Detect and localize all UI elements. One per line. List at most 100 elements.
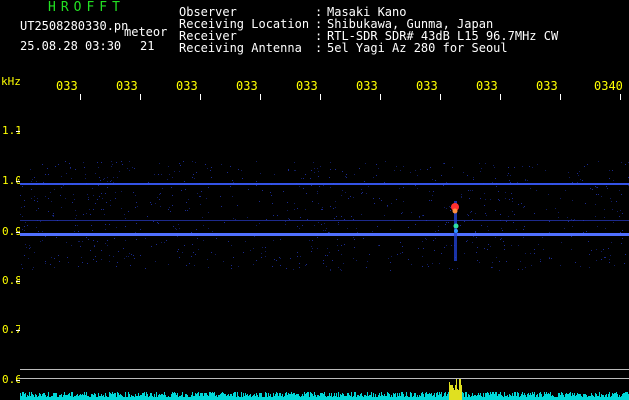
noise-pixel [572,200,573,201]
trace-bar [344,396,345,400]
noise-pixel [93,195,94,196]
noise-pixel [313,162,314,163]
noise-pixel [84,167,85,168]
trace-bar [319,396,320,400]
noise-pixel [20,195,21,196]
noise-pixel [503,241,504,242]
noise-pixel [480,198,481,199]
noise-pixel [99,177,100,178]
noise-pixel [172,205,173,206]
trace-bar [598,396,599,400]
trace-bar [421,393,422,400]
trace-bar [29,392,30,400]
trace-bar [33,395,34,400]
trace-bar [47,396,48,400]
trace-bar [105,393,106,400]
noise-pixel [285,224,286,225]
trace-bar [284,396,285,400]
noise-pixel [508,173,509,174]
trace-bar [333,396,334,400]
trace-bar [601,394,602,400]
noise-pixel [338,224,339,225]
trace-bar [461,385,462,400]
noise-pixel [71,178,72,179]
trace-bar [154,394,155,400]
noise-pixel [192,244,193,245]
noise-pixel [78,241,79,242]
trace-bar [32,394,33,400]
trace-bar [612,393,613,400]
trace-bar [191,395,192,400]
x-tick-label: 033 [536,79,558,93]
trace-bar [370,395,371,400]
trace-bar [401,392,402,400]
noise-pixel [598,194,599,195]
noise-pixel [288,170,289,171]
noise-pixel [321,224,322,225]
noise-pixel [294,203,295,204]
noise-pixel [448,222,449,223]
trace-bar [286,392,287,400]
noise-pixel [78,231,79,232]
noise-pixel [31,198,32,199]
noise-pixel [610,198,611,199]
trace-bar [452,385,453,400]
noise-pixel [184,181,185,182]
trace-bar [358,395,359,400]
trace-bar [122,396,123,400]
noise-pixel [605,257,606,258]
noise-pixel [297,208,298,209]
noise-pixel [311,185,312,186]
noise-pixel [514,214,515,215]
noise-pixel [494,167,495,168]
noise-pixel [522,269,523,270]
noise-pixel [484,205,485,206]
noise-pixel [572,226,573,227]
noise-pixel [329,232,330,233]
noise-pixel [256,225,257,226]
trace-bar [227,395,228,400]
trace-bar [287,395,288,400]
noise-pixel [328,232,329,233]
noise-pixel [408,259,409,260]
trace-bar [578,394,579,400]
noise-pixel [288,169,289,170]
noise-pixel [116,266,117,267]
noise-pixel [124,258,125,259]
trace-bar [140,395,141,400]
trace-bar [617,394,618,400]
noise-pixel [548,194,549,195]
noise-pixel [261,257,262,258]
noise-pixel [354,174,355,175]
trace-bar [152,396,153,400]
trace-bar [544,392,545,400]
trace-bar [411,393,412,400]
trace-bar [176,395,177,400]
trace-bar [537,394,538,400]
noise-pixel [354,239,355,240]
trace-bar [177,393,178,400]
noise-pixel [508,167,509,168]
noise-pixel [34,196,35,197]
trace-bar [443,396,444,400]
noise-pixel [571,219,572,220]
noise-pixel [22,229,23,230]
trace-bar [302,394,303,400]
noise-pixel [323,230,324,231]
noise-pixel [221,206,222,207]
noise-pixel [624,263,625,264]
noise-pixel [560,265,561,266]
noise-pixel [445,224,446,225]
noise-pixel [323,263,324,264]
noise-pixel [432,263,433,264]
meta-value-antenna: 5el Yagi Az 280 for Seoul [327,41,508,55]
noise-pixel [129,161,130,162]
noise-pixel [402,212,403,213]
noise-pixel [186,202,187,203]
trace-bar [499,394,500,400]
noise-pixel [381,200,382,201]
noise-pixel [332,260,333,261]
noise-pixel [325,255,326,256]
noise-pixel [22,216,23,217]
noise-pixel [140,229,141,230]
